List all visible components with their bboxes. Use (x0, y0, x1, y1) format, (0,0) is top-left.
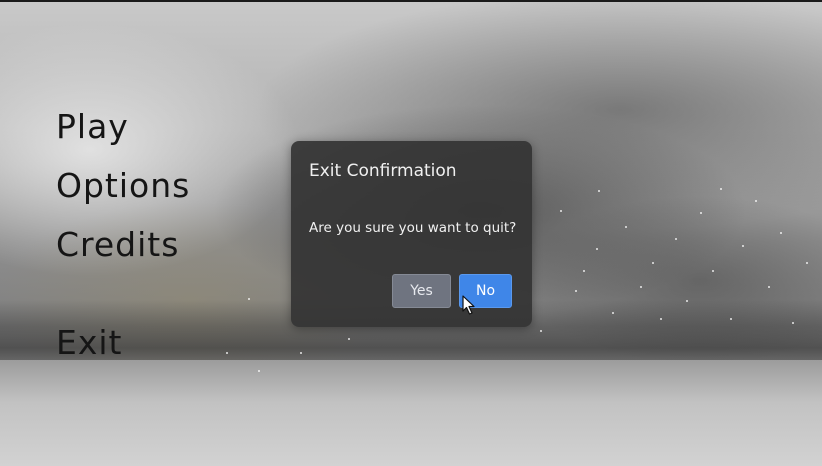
star (652, 262, 654, 264)
ground-surface (0, 360, 822, 466)
star (348, 338, 350, 340)
star (686, 300, 688, 302)
star (806, 262, 808, 264)
star (712, 270, 714, 272)
star (583, 270, 585, 272)
star (575, 290, 577, 292)
menu-item-play[interactable]: Play (56, 110, 129, 143)
mouse-pointer-icon (462, 295, 475, 315)
star (792, 322, 794, 324)
window-top-edge (0, 0, 822, 2)
menu-item-exit[interactable]: Exit (56, 326, 123, 359)
star (660, 318, 662, 320)
star (540, 330, 542, 332)
star (742, 245, 744, 247)
star (780, 232, 782, 234)
star (596, 248, 598, 250)
star (640, 286, 642, 288)
star (226, 352, 228, 354)
star (700, 212, 702, 214)
star (675, 238, 677, 240)
star (612, 312, 614, 314)
star (768, 286, 770, 288)
menu-item-options[interactable]: Options (56, 169, 190, 202)
game-background: Play Options Credits Exit Exit Confirmat… (0, 0, 822, 466)
yes-button[interactable]: Yes (392, 274, 451, 308)
star (258, 370, 260, 372)
star (755, 200, 757, 202)
menu-item-credits[interactable]: Credits (56, 228, 179, 261)
exit-confirmation-dialog: Exit Confirmation Are you sure you want … (291, 141, 532, 327)
star (730, 318, 732, 320)
dialog-message: Are you sure you want to quit? (309, 220, 517, 236)
star (248, 298, 250, 300)
star (720, 188, 722, 190)
star (300, 352, 302, 354)
star (598, 190, 600, 192)
star (560, 210, 562, 212)
dialog-title: Exit Confirmation (309, 161, 457, 181)
star (625, 226, 627, 228)
